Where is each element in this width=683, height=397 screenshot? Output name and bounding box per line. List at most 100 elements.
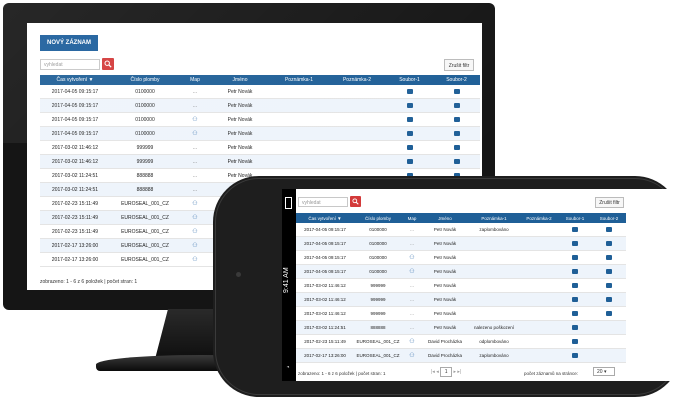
file-1-cell[interactable] <box>558 334 592 349</box>
file-1-cell[interactable] <box>558 223 592 237</box>
file-2-cell[interactable] <box>433 154 480 169</box>
new-record-button[interactable]: NOVÝ ZÁZNAM <box>40 35 98 51</box>
file-2-cell[interactable] <box>592 306 626 321</box>
file-icon[interactable] <box>606 297 612 303</box>
file-icon[interactable] <box>406 130 413 136</box>
mobile-search-button[interactable] <box>350 196 361 207</box>
people-icon[interactable]: ⚇ <box>192 201 197 207</box>
column-header[interactable]: Poznámka-1 <box>270 75 328 85</box>
file-icon[interactable] <box>572 353 578 359</box>
file-1-cell[interactable] <box>558 292 592 307</box>
map-cell[interactable]: ... <box>402 306 422 321</box>
map-cell[interactable]: ... <box>180 154 210 169</box>
people-icon[interactable]: ⚇ <box>409 353 414 359</box>
file-1-cell[interactable] <box>386 140 433 155</box>
column-header[interactable]: Soubor-2 <box>433 75 480 85</box>
file-icon[interactable] <box>606 269 612 275</box>
column-header[interactable]: Soubor-1 <box>558 213 592 223</box>
people-icon[interactable]: ⚇ <box>192 229 197 235</box>
file-icon[interactable] <box>572 269 578 275</box>
map-cell[interactable]: ... <box>402 320 422 335</box>
mobile-clear-filter-button[interactable]: Zrušit filtr <box>595 197 624 208</box>
table-row[interactable]: 2017-04-05 09:15:17 0100000... Petr Novák <box>296 236 626 251</box>
column-header[interactable]: Číslo plomby <box>110 75 180 85</box>
per-page-select[interactable]: 20 ▾ <box>593 367 615 376</box>
file-2-cell[interactable] <box>433 126 480 141</box>
file-icon[interactable] <box>606 283 612 289</box>
file-1-cell[interactable] <box>558 320 592 335</box>
people-icon[interactable]: ⚇ <box>192 215 197 221</box>
column-header[interactable]: Čas vytvoření ▼ <box>40 75 110 85</box>
column-header[interactable]: Číslo plomby <box>354 213 402 223</box>
people-icon[interactable]: ⚇ <box>409 269 414 275</box>
file-icon[interactable] <box>453 102 460 108</box>
column-header[interactable]: Map <box>402 213 422 223</box>
map-cell[interactable]: ... <box>402 236 422 251</box>
map-cell[interactable]: ⚇ <box>180 126 210 141</box>
map-cell[interactable]: ⚇ <box>180 252 210 267</box>
file-1-cell[interactable] <box>386 85 433 99</box>
file-icon[interactable] <box>606 311 612 317</box>
file-2-cell[interactable] <box>433 85 480 99</box>
file-icon[interactable] <box>572 311 578 317</box>
people-icon[interactable]: ⚇ <box>192 243 197 249</box>
file-icon[interactable] <box>406 158 413 164</box>
table-row[interactable]: 2017-04-05 09:15:17 0100000 ⚇ Petr Novák <box>296 250 626 265</box>
page-number-input[interactable]: 1 <box>440 367 453 377</box>
table-row[interactable]: 2017-03-02 11:46:12 999999... Petr Novák <box>296 278 626 293</box>
table-row[interactable]: 2017-02-23 15:11:49 EUROSEAL_001_CZ ⚇ David… <box>296 334 626 349</box>
file-2-cell[interactable] <box>592 348 626 363</box>
table-row[interactable]: 2017-02-17 13:26:00 EUROSEAL_001_CZ ⚇ David… <box>296 348 626 363</box>
column-header[interactable]: Poznámka-2 <box>520 213 558 223</box>
table-row[interactable]: 2017-03-02 11:46:12 999999... Petr Novák <box>296 306 626 321</box>
file-icon[interactable] <box>453 130 460 136</box>
first-page-icon[interactable]: |◂ <box>431 369 435 375</box>
file-1-cell[interactable] <box>386 154 433 169</box>
table-row[interactable]: 2017-04-05 09:15:17 0100000 ⚇ Petr Novák <box>40 112 480 127</box>
last-page-icon[interactable]: ▸| <box>457 369 461 375</box>
table-row[interactable]: 2017-03-02 11:46:12 999999... Petr Novák <box>296 292 626 307</box>
people-icon[interactable]: ⚇ <box>192 257 197 263</box>
map-cell[interactable]: ... <box>180 85 210 99</box>
file-2-cell[interactable] <box>592 320 626 335</box>
next-page-icon[interactable]: ▸ <box>454 369 457 375</box>
mobile-search-input[interactable]: vyhledat <box>298 197 348 207</box>
map-cell[interactable]: ... <box>180 98 210 113</box>
file-2-cell[interactable] <box>592 334 626 349</box>
map-cell[interactable]: ⚇ <box>180 210 210 225</box>
file-1-cell[interactable] <box>558 236 592 251</box>
column-header[interactable]: Čas vytvoření ▼ <box>296 213 354 223</box>
file-icon[interactable] <box>406 144 413 150</box>
map-cell[interactable]: ⚇ <box>402 334 422 349</box>
file-icon[interactable] <box>453 88 460 94</box>
file-2-cell[interactable] <box>433 140 480 155</box>
file-2-cell[interactable] <box>592 278 626 293</box>
people-icon[interactable]: ⚇ <box>192 117 197 123</box>
map-cell[interactable]: ⚇ <box>402 264 422 279</box>
table-row[interactable]: 2017-03-02 11:24:51 888888... Petr Novák na… <box>296 320 626 335</box>
file-2-cell[interactable] <box>592 223 626 237</box>
file-2-cell[interactable] <box>433 112 480 127</box>
file-icon[interactable] <box>572 297 578 303</box>
file-2-cell[interactable] <box>433 98 480 113</box>
file-1-cell[interactable] <box>558 250 592 265</box>
file-icon[interactable] <box>606 255 612 261</box>
file-icon[interactable] <box>406 88 413 94</box>
search-input[interactable]: vyhledat <box>40 59 100 70</box>
file-1-cell[interactable] <box>558 278 592 293</box>
file-icon[interactable] <box>606 227 612 233</box>
map-cell[interactable]: ⚇ <box>402 348 422 363</box>
clear-filter-button[interactable]: Zrušit filtr <box>444 59 474 71</box>
table-row[interactable]: 2017-04-05 09:15:17 0100000 ⚇ Petr Novák <box>40 126 480 141</box>
file-icon[interactable] <box>606 241 612 247</box>
column-header[interactable]: Jméno <box>422 213 468 223</box>
map-cell[interactable]: ... <box>180 140 210 155</box>
table-row[interactable]: 2017-03-02 11:46:12 999999... Petr Novák <box>40 140 480 155</box>
map-cell[interactable]: ⚇ <box>180 224 210 239</box>
column-header[interactable]: Poznámka-2 <box>328 75 386 85</box>
table-row[interactable]: 2017-04-05 09:15:17 0100000 ⚇ Petr Novák <box>296 264 626 279</box>
file-2-cell[interactable] <box>592 236 626 251</box>
column-header[interactable]: Soubor-1 <box>386 75 433 85</box>
file-1-cell[interactable] <box>558 348 592 363</box>
file-icon[interactable] <box>406 102 413 108</box>
